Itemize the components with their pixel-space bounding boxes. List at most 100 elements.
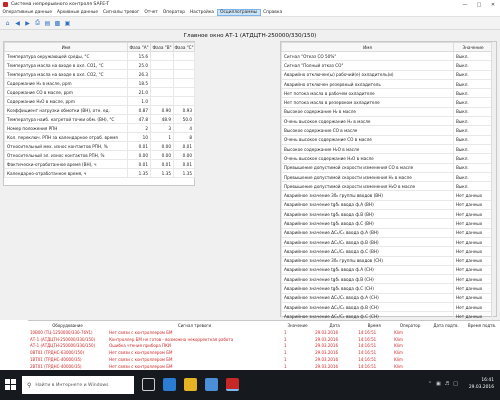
close-icon[interactable]: ✕ [486, 0, 500, 9]
table-row[interactable]: Аварийное значение 3δ₀ группы вводов (СН… [281, 255, 493, 266]
column-header[interactable]: Значение [453, 42, 493, 52]
menu-item-operator[interactable]: Оператор [160, 10, 187, 15]
menu-item-report[interactable]: Отчет [142, 10, 161, 15]
table-row[interactable]: Аварийно отключен резервный охладитель Вы… [281, 78, 493, 90]
table-row[interactable]: Температура масла на входе в охл. СО1, °… [4, 60, 195, 70]
table-row[interactable]: Превышение допустимой скорости изменения… [281, 162, 493, 173]
task-view-icon[interactable] [142, 378, 155, 391]
table-row[interactable]: Аварийное значение tgδ₁ ввода ф.С (СН) Не… [281, 283, 493, 294]
vertical-scrollbar[interactable] [491, 42, 496, 316]
table-cell: 0.00 [150, 150, 174, 160]
network-icon[interactable]: ▣ [436, 381, 441, 387]
table-row[interactable]: Очень высокое содержание H₂O в масле Выкл… [281, 153, 493, 164]
chevron-up-icon[interactable]: ⌃ [428, 381, 432, 387]
table-row[interactable]: АТ-1 (АТДЦТН-250000/330/150) Контроллер Б… [28, 336, 500, 343]
table-row[interactable]: Коэффициент нагрузки обмотки (ВН), отн. … [4, 105, 195, 115]
column-header[interactable]: Оператор [392, 321, 429, 329]
table-row[interactable]: Аварийное значение tgδ₁ ввода ф.В (ВН) Не… [281, 209, 493, 220]
table-row[interactable]: Сигнал "Отказ СО 50%" Выкл. [281, 50, 493, 62]
table-row[interactable]: Превышение допустимой скорости изменения… [281, 181, 493, 192]
menu-item-operative-data[interactable]: Оперативные данные [0, 10, 55, 15]
table-row[interactable]: Аварийное значение ΔC₁/C₁ ввода ф.А (ВН)… [281, 227, 493, 238]
edge-browser-icon[interactable] [163, 378, 176, 391]
document-icon[interactable]: ▤ [43, 19, 52, 28]
table-cell: Нет данных [453, 264, 493, 276]
column-header[interactable]: Фаза "C" [173, 42, 195, 52]
table-row[interactable]: Очень высокое содержание СО в масле Выкл. [281, 134, 493, 145]
table-row[interactable]: Аварийно отключен(ы) рабочий(е) охладите… [281, 69, 493, 80]
column-header[interactable]: Время подтв. [464, 321, 500, 329]
table-row[interactable]: 1ВТ01 (ТРДНС-40000/35) Нет связи с контро… [28, 356, 500, 363]
save-icon[interactable]: ▣ [63, 19, 72, 28]
table-row[interactable]: Очень высокое содержание H₂ в масле Выкл. [281, 116, 493, 127]
column-header[interactable]: Имя [4, 42, 128, 52]
home-icon[interactable]: ⌂ [3, 19, 12, 28]
table-row[interactable]: Температура масла на входе в охл. СО2, °… [4, 69, 195, 79]
table-cell [150, 60, 174, 70]
table-row[interactable]: Аварийное значение tgδ₁ ввода ф.А (СН) Не… [281, 264, 493, 276]
table-row[interactable]: Превышение допустимой скорости изменения… [281, 171, 493, 183]
minimize-icon[interactable]: — [458, 0, 472, 9]
store-icon[interactable] [205, 378, 218, 391]
windows-start-icon[interactable] [5, 379, 16, 390]
table-row[interactable]: Содержание H₂ в масле, ppm 18.5 [4, 78, 195, 88]
table-row[interactable]: Аварийное значение tgδ₁ ввода ф.В (СН) Не… [281, 274, 493, 285]
table-row[interactable]: Номер положения РПН 2 3 4 [4, 123, 195, 133]
menu-item-archive-data[interactable]: Архивные данные [55, 10, 101, 15]
volume-icon[interactable]: ♬ [445, 381, 449, 387]
table-row[interactable]: Кол. переключ. РПН за календарное отраб.… [4, 132, 195, 142]
menu-item-settings[interactable]: Настройка [187, 10, 216, 15]
table-row[interactable]: Календарно-отработанное время, ч 1.35 1.35… [4, 168, 195, 178]
table-row[interactable]: Сигнал "Полный отказ СО" Выкл. [281, 60, 493, 71]
alarm-status-table: Имя Значение Сигнал "Отказ СО 50%" Выкл. С… [281, 42, 493, 322]
column-header[interactable]: Фаза "B" [150, 42, 174, 52]
clock[interactable]: 16:41 29.03.2016 [469, 377, 494, 391]
table-row[interactable]: АТ-1 (АТДЦТН-250000/330/150) Ошибка чтени… [28, 343, 500, 350]
table-row[interactable]: Аварийное значение tgδ₁ ввода ф.С (ВН) Не… [281, 218, 493, 229]
table-row[interactable]: Температура окружающей среды, °С 15.6 [4, 51, 195, 61]
table-cell: 1 [150, 132, 174, 142]
table-row[interactable]: Фактически-отработанное время (ВН), ч 0.0… [4, 159, 195, 169]
table-cell: Нет потока масла в резервном охладителе [281, 97, 454, 108]
menu-item-help[interactable]: Справка [261, 10, 285, 15]
table-row[interactable]: Аварийное значение ΔC₁/C₁ ввода ф.А (СН)… [281, 292, 493, 304]
table-row[interactable]: 2ВТ01 (ТРДНС-40000/35) Нет связи с контро… [28, 363, 500, 370]
column-header[interactable]: Оборудование [28, 321, 108, 329]
column-header[interactable]: Дата подтв. [428, 321, 465, 329]
table-row[interactable]: Высокое содержание H₂O в масле Выкл. [281, 143, 493, 155]
column-header[interactable]: Сигнал тревоги [107, 321, 282, 329]
table-row[interactable]: Относительный эл. износ контактов РПН, %… [4, 150, 195, 160]
table-row[interactable]: Высокое содержание СО в масле Выкл. [281, 125, 493, 136]
table-row[interactable]: Содержание H₂O в масле, ppm 1.0 [4, 96, 195, 106]
menu-item-alarms[interactable]: Сигналы тревог [101, 10, 142, 15]
column-header[interactable]: Дата [313, 321, 357, 329]
column-header[interactable]: Имя [281, 42, 454, 52]
table-row[interactable]: Аварийное значение ΔC₁/C₁ ввода ф.В (ВН)… [281, 236, 493, 248]
chart-icon[interactable]: ▩ [53, 19, 62, 28]
table-row[interactable]: Аварийное значение ΔC₁/C₁ ввода ф.С (ВН)… [281, 246, 493, 257]
print-icon[interactable]: ⎙ [33, 19, 42, 28]
table-row[interactable]: 10В00 (ТЦ-1250000/330-76У1) Нет связи с к… [28, 329, 500, 336]
back-arrow-icon[interactable]: ◀ [13, 19, 22, 28]
table-row[interactable]: Высокое содержание H₂ в масле Выкл. [281, 106, 493, 118]
table-row[interactable]: Температура наиб. нагретой точки обм. (В… [4, 114, 195, 124]
maximize-icon[interactable]: □ [472, 0, 486, 9]
table-row[interactable]: Относительный мех. износ контактов РПН, … [4, 141, 195, 151]
column-header[interactable]: Значение [281, 321, 314, 329]
table-row[interactable]: Аварийное значение 3δ₀ группы вводов (ВН… [281, 190, 493, 201]
events-panel: Оборудование Сигнал тревоги Значение Дат… [28, 320, 500, 370]
safe-t-app-icon[interactable] [226, 378, 239, 391]
notifications-icon[interactable]: □ [453, 381, 458, 387]
menu-item-oscillograms[interactable]: Осциллограммы [216, 9, 261, 16]
table-row[interactable]: Аварийное значение ΔC₁/C₁ ввода ф.В (СН)… [281, 301, 493, 313]
column-header[interactable]: Время [356, 321, 393, 329]
forward-arrow-icon[interactable]: ▶ [23, 19, 32, 28]
table-row[interactable]: Аварийное значение tgδ₁ ввода ф.А (ВН) Не… [281, 199, 493, 211]
table-row[interactable]: Нет потока масла в резервном охладителе В… [281, 97, 493, 108]
search-box[interactable]: ⚲ Найти в Интернете и Windows [22, 376, 134, 394]
table-row[interactable]: Содержание СО в масле, ppm 21.0 [4, 87, 195, 97]
table-row[interactable]: Нет потока масла в рабочем охладителе Вык… [281, 88, 493, 99]
column-header[interactable]: Фаза "A" [127, 42, 151, 52]
table-row[interactable]: 0ВТ01 (ТРДНС-63000/150) Нет связи с контр… [28, 349, 500, 356]
file-explorer-icon[interactable] [184, 378, 197, 391]
